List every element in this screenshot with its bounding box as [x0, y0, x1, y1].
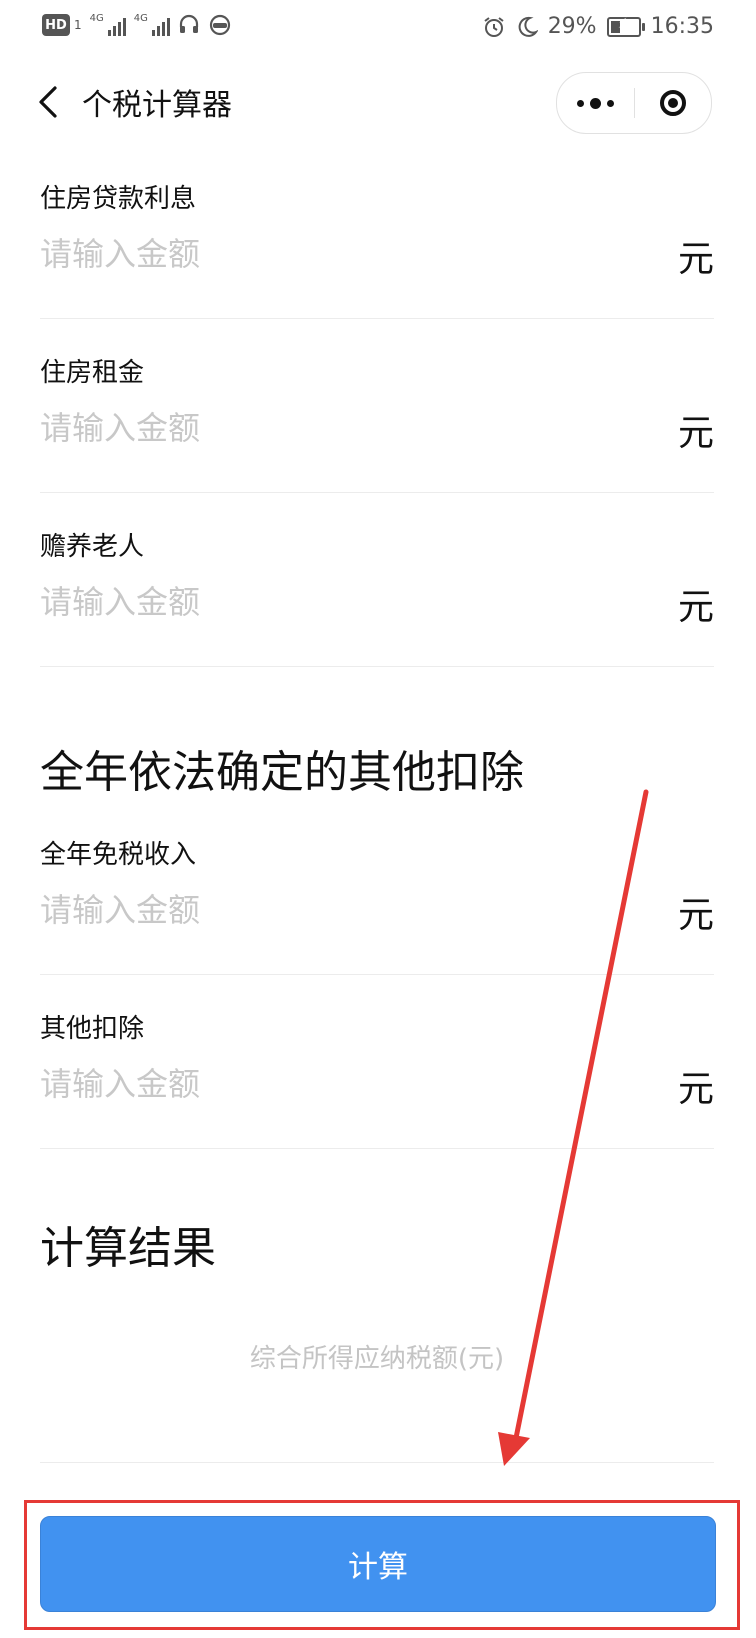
field-elderly-support: 赡养老人 元 — [40, 492, 714, 667]
unit-label: 元 — [677, 895, 714, 936]
battery-percent: 29% — [547, 14, 597, 39]
app-notification-icon — [209, 14, 230, 36]
unit-label: 元 — [677, 587, 714, 628]
amount-input[interactable] — [40, 1060, 600, 1108]
field-label: 其他扣除 — [40, 1014, 145, 1044]
headset-icon — [179, 14, 198, 33]
more-dot-icon — [576, 99, 584, 107]
signal-icon-2: 4G — [134, 14, 170, 36]
unit-label: 元 — [677, 413, 714, 454]
field-other-deduction: 其他扣除 元 — [40, 974, 714, 1149]
section-title-other-deductions: 全年依法确定的其他扣除 — [40, 747, 524, 798]
hd-badge: HD — [42, 14, 70, 36]
target-icon — [659, 90, 686, 116]
more-dot-icon — [589, 97, 601, 109]
result-area: 综合所得应纳税额(元) — [40, 1302, 714, 1463]
field-label: 住房贷款利息 — [40, 184, 197, 214]
unit-label: 元 — [677, 239, 714, 280]
chevron-left-icon — [39, 86, 57, 118]
amount-input[interactable] — [40, 230, 600, 278]
page-title: 个税计算器 — [82, 88, 232, 123]
amount-input[interactable] — [40, 578, 600, 626]
result-label: 综合所得应纳税额(元) — [249, 1344, 505, 1374]
field-housing-rent: 住房租金 元 — [40, 318, 714, 493]
miniprogram-capsule — [556, 72, 712, 134]
status-left: HD 1 4G 4G — [42, 14, 232, 36]
field-tax-free-income: 全年免税收入 元 — [40, 800, 714, 975]
amount-input[interactable] — [40, 886, 600, 934]
more-dot-icon — [606, 99, 614, 107]
section-title-result: 计算结果 — [40, 1223, 216, 1274]
battery-icon: ⚡ — [606, 16, 645, 37]
field-label: 住房租金 — [40, 358, 145, 388]
amount-input[interactable] — [40, 404, 600, 452]
status-bar: HD 1 4G 4G 29% ⚡ 16:35 — [0, 0, 756, 56]
nav-bar: 个税计算器 — [0, 60, 756, 144]
field-housing-loan-interest: 住房贷款利息 元 — [40, 144, 714, 319]
alarm-icon — [484, 16, 504, 37]
signal-icon: 4G — [90, 14, 126, 36]
field-label: 全年免税收入 — [40, 840, 197, 870]
status-right: 29% ⚡ 16:35 — [482, 14, 714, 39]
back-button[interactable] — [30, 84, 66, 120]
moon-icon — [518, 16, 538, 37]
unit-label: 元 — [677, 1069, 714, 1110]
close-miniprogram-button[interactable] — [635, 90, 712, 116]
network-type-2: 4G — [133, 13, 148, 24]
calculate-button[interactable]: 计算 — [40, 1516, 716, 1612]
sim-number: 1 — [74, 18, 82, 32]
network-type: 4G — [89, 13, 104, 24]
clock: 16:35 — [650, 14, 714, 39]
more-button[interactable] — [557, 97, 634, 109]
field-label: 赡养老人 — [40, 532, 145, 562]
